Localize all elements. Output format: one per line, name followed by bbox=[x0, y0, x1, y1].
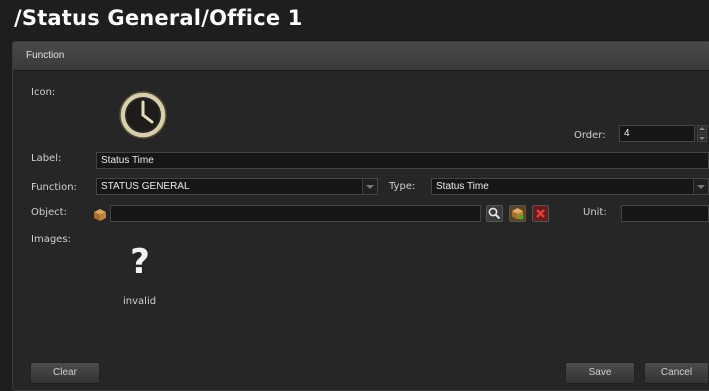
remove-icon[interactable] bbox=[532, 205, 549, 222]
object-label: Object: bbox=[31, 207, 67, 218]
cancel-button[interactable]: Cancel bbox=[644, 362, 709, 384]
stepper-down-icon[interactable] bbox=[697, 134, 707, 142]
save-button[interactable]: Save bbox=[565, 362, 635, 384]
label-input[interactable]: Status Time bbox=[96, 152, 709, 169]
chevron-down-icon[interactable] bbox=[362, 179, 377, 194]
chevron-down-icon[interactable] bbox=[693, 179, 708, 194]
panel-header: Function bbox=[13, 42, 709, 71]
unit-input[interactable] bbox=[621, 205, 709, 222]
type-select[interactable]: Status Time bbox=[431, 178, 709, 195]
clear-button[interactable]: Clear bbox=[30, 362, 100, 384]
object-input[interactable] bbox=[110, 205, 481, 222]
function-select[interactable]: STATUS GENERAL bbox=[96, 178, 378, 195]
function-label: Function: bbox=[31, 182, 77, 193]
page-title: /Status General/Office 1 bbox=[14, 6, 303, 30]
images-label: Images: bbox=[31, 234, 71, 245]
clock-icon[interactable] bbox=[116, 88, 170, 142]
magnifier-icon[interactable] bbox=[486, 205, 503, 222]
package-add-icon[interactable] bbox=[509, 205, 526, 222]
stepper-up-icon[interactable] bbox=[697, 125, 707, 133]
type-select-value: Status Time bbox=[436, 181, 489, 192]
type-label: Type: bbox=[389, 181, 416, 192]
order-label: Order: bbox=[574, 130, 606, 141]
unit-label: Unit: bbox=[583, 207, 607, 218]
question-mark-icon[interactable]: ? bbox=[122, 242, 158, 282]
order-stepper[interactable] bbox=[697, 125, 707, 142]
image-caption: invalid bbox=[123, 296, 157, 307]
panel-header-label: Function bbox=[26, 50, 65, 61]
label-label: Label: bbox=[31, 153, 62, 164]
icon-label: Icon: bbox=[31, 87, 56, 98]
package-icon bbox=[93, 207, 107, 221]
function-select-value: STATUS GENERAL bbox=[101, 181, 190, 192]
order-input[interactable]: 4 bbox=[619, 125, 695, 142]
